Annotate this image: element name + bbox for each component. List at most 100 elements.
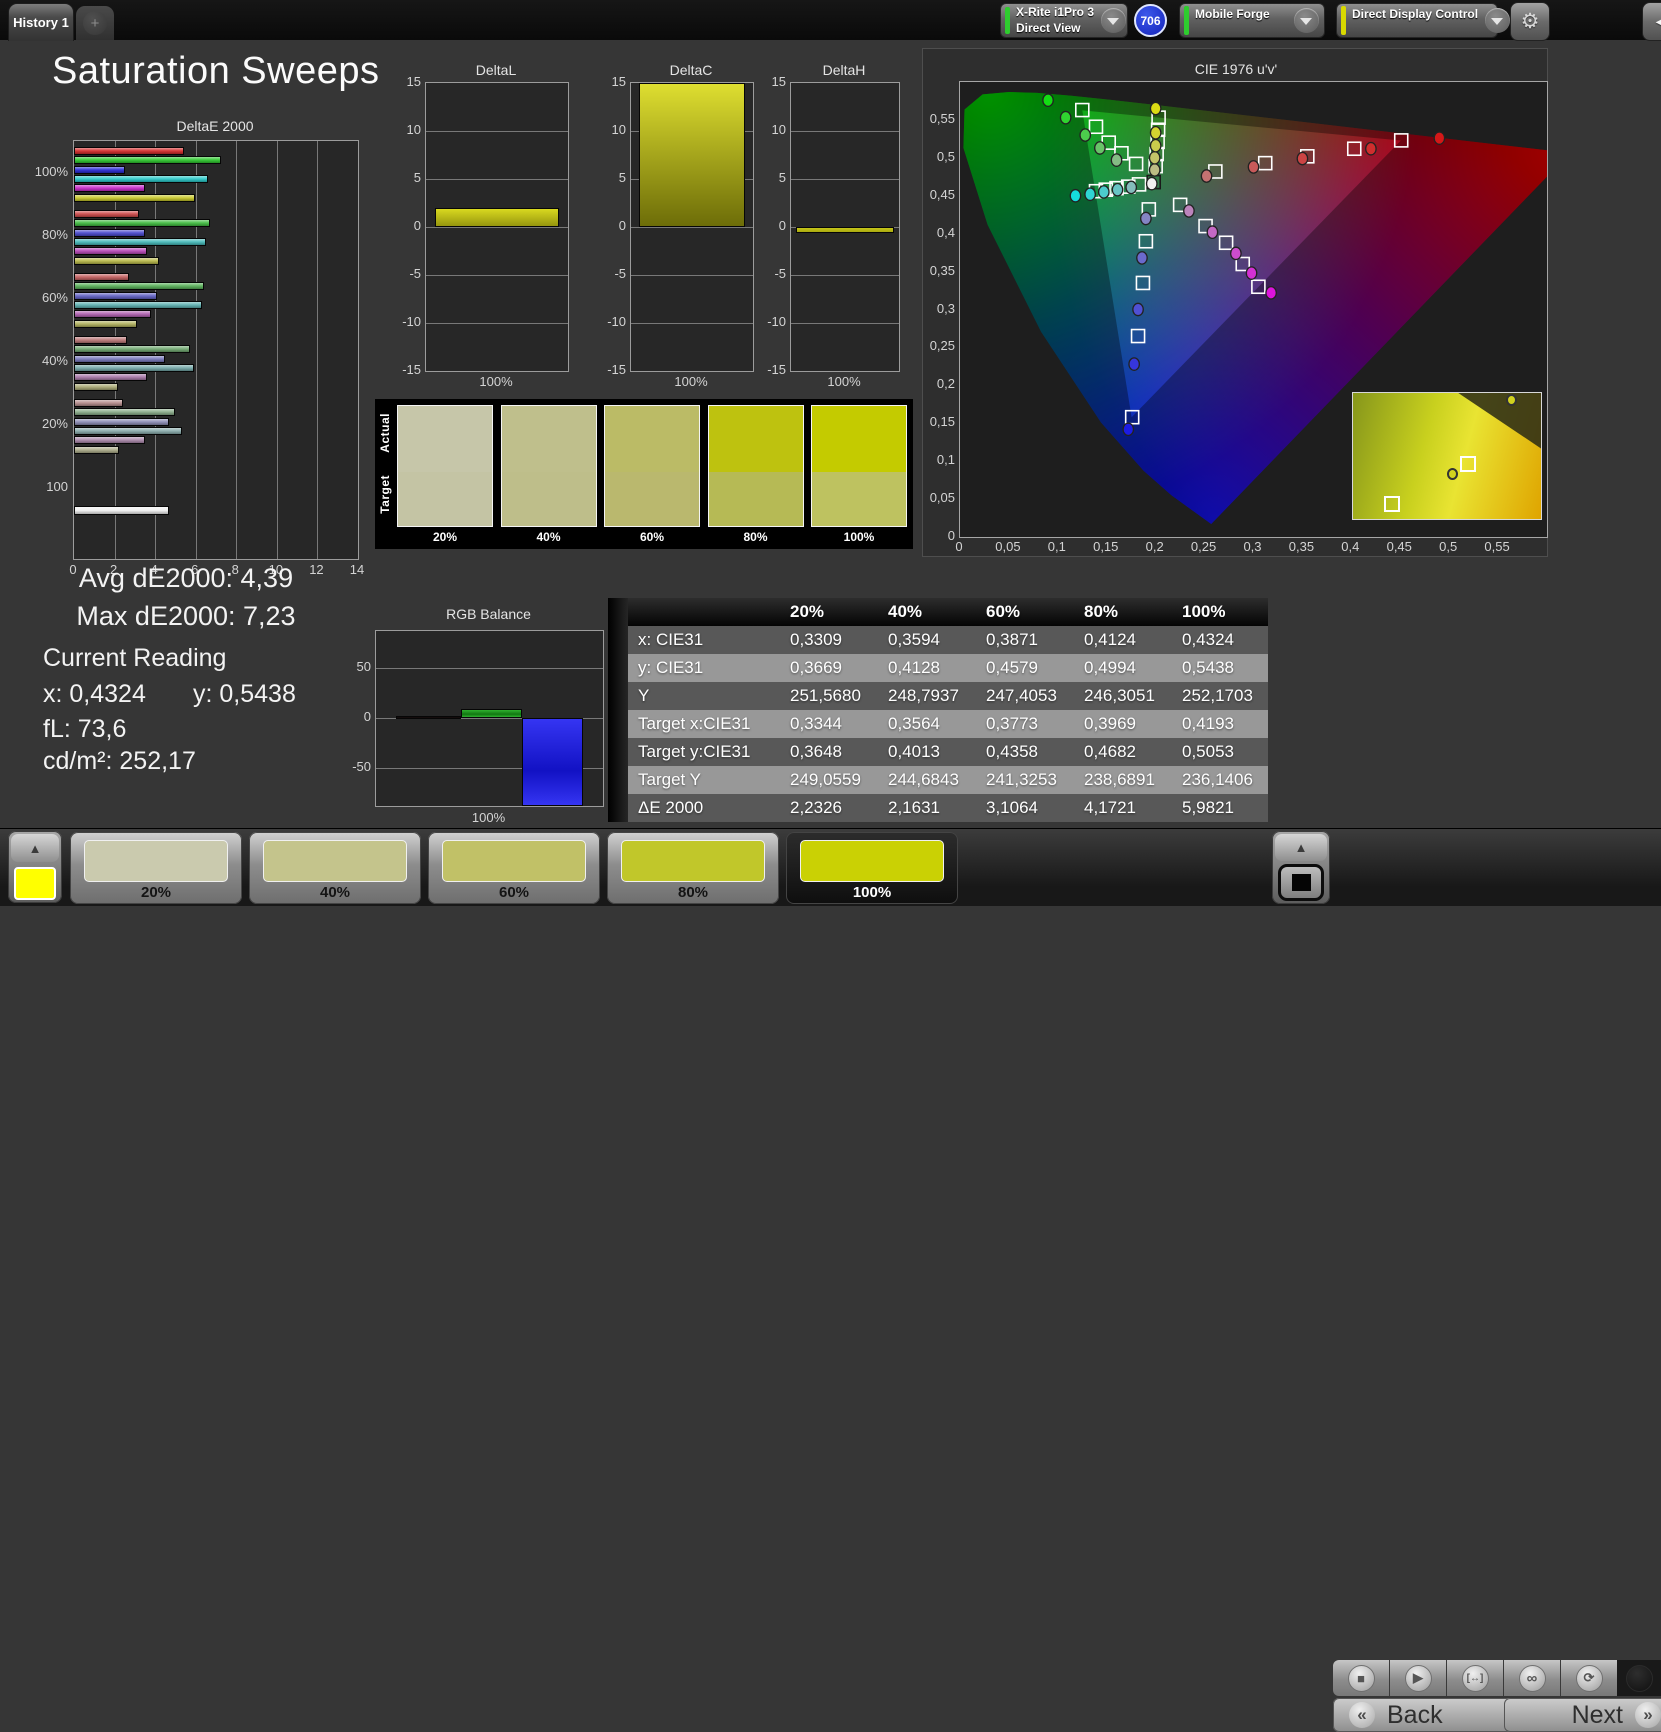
rgb-bar-green [461, 709, 522, 718]
deltae-bar-blue [74, 417, 170, 426]
settings-button[interactable]: ⚙ [1510, 2, 1550, 41]
deltah-chart [790, 82, 900, 372]
cie-y-tick-label: 0,5 [936, 148, 955, 164]
transport-pressed-button[interactable] [1617, 1660, 1661, 1696]
transport-stop-button[interactable]: ■ [1333, 1660, 1390, 1696]
y-tick-label: 0 [778, 218, 786, 233]
deltaL-bar [435, 207, 559, 227]
patch-button-100%[interactable]: 100% [786, 832, 958, 904]
table-row-label: ΔE 2000 [638, 798, 704, 817]
x-category-label: 100% [471, 810, 506, 825]
table-cell: 251,5680 [790, 686, 861, 705]
expand-patch-list-button[interactable]: ▲ [11, 834, 59, 862]
y-tick-label: -15 [402, 362, 421, 377]
inset-circle-point [1446, 467, 1458, 480]
gridline [236, 141, 238, 559]
deltae-bar-green [74, 156, 221, 165]
patch-label: 40% [319, 884, 351, 901]
transport-play-button[interactable]: ▶ [1390, 1660, 1447, 1696]
gridline [791, 179, 899, 180]
transport-loop-button[interactable]: ∞ [1504, 1660, 1561, 1696]
table-cell: 246,3051 [1084, 686, 1155, 705]
table-cell: 0,3344 [790, 714, 842, 733]
stop-icon: ■ [1347, 1664, 1375, 1692]
transport-refresh-button[interactable]: ⟳ [1561, 1660, 1618, 1696]
deltae-group-label: 100 [46, 479, 68, 494]
inset-circle-point [1505, 393, 1517, 406]
deltae-bar-cyan [74, 300, 202, 309]
inset-square-point [1460, 456, 1476, 473]
patch-swatch [84, 840, 228, 882]
interval-icon: [↔] [1461, 1664, 1489, 1692]
table-column-header: 80% [1084, 602, 1119, 621]
patch-button-60%[interactable]: 60% [428, 832, 600, 904]
next-button[interactable]: Next » [1504, 1698, 1661, 1732]
meter-count-badge[interactable]: 706 [1134, 4, 1167, 37]
meter-selector[interactable]: X-Rite i1Pro 3 Direct View [1000, 3, 1128, 38]
table-header-row: 20% 40% 60% 80% 100% [628, 598, 1268, 626]
current-color-swatch[interactable] [14, 867, 56, 900]
cie-measured-point [1094, 141, 1106, 155]
cie-measured-point [1296, 151, 1309, 166]
table-cell: 0,3669 [790, 658, 842, 677]
meter-status-icon [1005, 7, 1010, 34]
deltae2000-chart-title: DeltaE 2000 [176, 118, 254, 134]
patch-label: 80% [677, 884, 709, 901]
deltal-chart-title: DeltaL [475, 62, 517, 78]
patch-button-40%[interactable]: 40% [249, 832, 421, 904]
transport-panel: ▲ [1272, 831, 1330, 904]
collapse-panel-button[interactable]: ◀ [1642, 2, 1661, 41]
cie-measured-point [1069, 188, 1082, 203]
up-arrow-icon: ▲ [28, 840, 42, 856]
transport-controls: ■ ▶ [↔] ∞ ⟳ [1333, 1660, 1618, 1696]
cie-measured-point [1132, 302, 1144, 317]
table-row-label: x: CIE31 [638, 630, 704, 649]
stop-measure-button[interactable] [1278, 864, 1324, 901]
swatch-label: 80% [743, 530, 768, 544]
patch-button-80%[interactable]: 80% [607, 832, 779, 904]
table-cell: 2,2326 [790, 798, 842, 817]
transport-interval-button[interactable]: [↔] [1447, 1660, 1504, 1696]
measurement-table: 20% 40% 60% 80% 100% x: CIE31 0,3309 0,3594 0,38… [608, 598, 1268, 822]
cie-measured-point [1125, 180, 1138, 195]
expand-transport-button[interactable]: ▲ [1275, 834, 1327, 861]
display-control-selector[interactable]: Direct Display Control [1336, 3, 1511, 38]
add-tab-button[interactable]: + [76, 6, 114, 40]
patch-button-20%[interactable]: 20% [70, 832, 242, 904]
deltae-bar-yellow [74, 193, 196, 202]
current-x-reading: x: 0,4324 [43, 680, 146, 708]
y-tick-label: 50 [356, 659, 371, 674]
source-selector[interactable]: Mobile Forge [1179, 3, 1325, 38]
cie-x-tick-label: 0,15 [1093, 539, 1119, 554]
y-tick-label: 0 [413, 218, 421, 233]
page-title: Saturation Sweeps [52, 50, 380, 92]
cie-x-tick-label: 0,4 [1341, 539, 1360, 554]
chevron-down-icon[interactable] [1294, 8, 1319, 33]
table-cell: 0,5053 [1182, 742, 1234, 761]
deltae-bar-yellow [74, 382, 118, 391]
tab-history-1[interactable]: History 1 [8, 3, 74, 41]
x-category-label: 100% [827, 374, 861, 389]
deltaC-bar [639, 83, 745, 227]
actual-row-label: Actual [378, 413, 392, 453]
table-row: Target y:CIE31 0,3648 0,4013 0,4358 0,4682 0,… [628, 738, 1268, 766]
gear-icon: ⚙ [1520, 10, 1540, 33]
back-button[interactable]: « Back [1333, 1698, 1517, 1732]
target-swatch [605, 472, 699, 526]
chevron-down-icon[interactable] [1485, 8, 1511, 33]
cie-measured-point [1122, 422, 1135, 437]
cie-x-tick-label: 0,35 [1288, 539, 1315, 554]
y-tick-label: 10 [611, 122, 626, 137]
cie-measured-point [1247, 160, 1260, 174]
deltae-bar-cyan [74, 237, 206, 246]
y-tick-label: -15 [607, 362, 626, 377]
chevron-down-icon[interactable] [1101, 8, 1127, 33]
y-tick-label: -5 [774, 266, 786, 281]
cie-x-tick-label: 0 [955, 539, 963, 554]
table-cell: 238,6891 [1084, 770, 1155, 789]
table-cell: 249,0559 [790, 770, 861, 789]
patch-label: 100% [852, 884, 892, 901]
table-cell: 0,4682 [1084, 742, 1136, 761]
patch-swatch [800, 840, 944, 882]
table-cell: 2,1631 [888, 798, 940, 817]
